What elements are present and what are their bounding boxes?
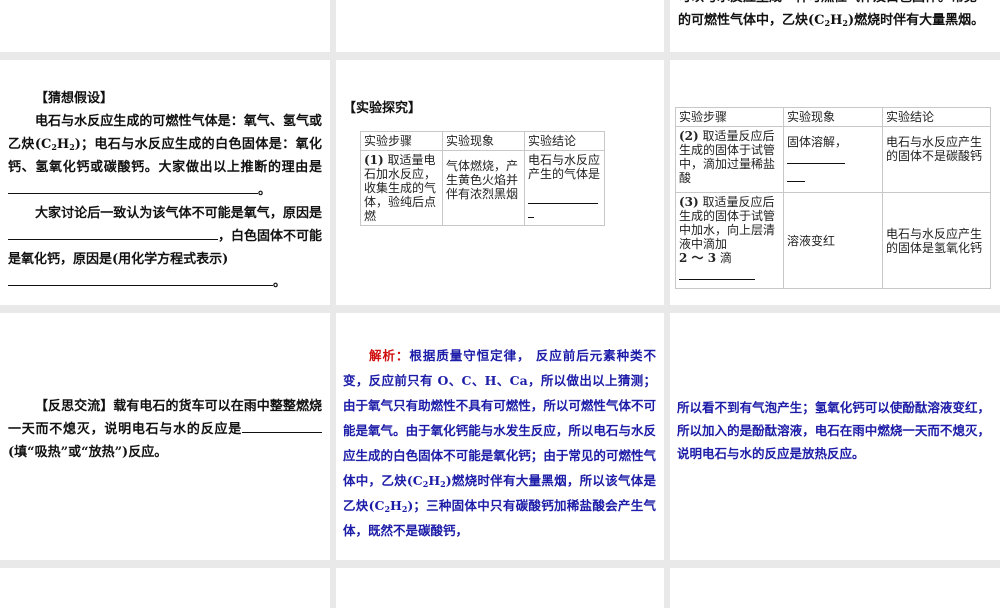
text: 。: [273, 275, 287, 290]
slide-thumbnail[interactable]: 所以看不到有气泡产生；氢氧化钙可以使酚酞溶液变红，所以加入的是酚酞溶液，电石在雨…: [670, 313, 1000, 560]
step-cell: (2) 取适量反应后生成的固体于试管中，滴加过量稀盐酸: [675, 126, 784, 193]
slide-thumbnail[interactable]: [0, 568, 330, 608]
header-cell: 实验步骤: [360, 131, 443, 151]
phenomenon-cell: 气体燃烧，产生黄色火焰并伴有浓烈黑烟: [442, 150, 525, 226]
hypothesis-text: 【猜想假设】 电石与水反应生成的可燃性气体是：氧气、氢气或乙炔(C2H2)；电石…: [8, 87, 322, 294]
step-number: (1): [364, 153, 384, 167]
answer-blank: [8, 225, 218, 240]
conclusion-cell: 电石与水反应产生的固体是氢氧化钙: [882, 192, 991, 289]
text: H: [428, 473, 441, 488]
text: 根据质量守恒定律， 反应前后元素种类不变，反应前只有 O、C、H、Ca，所以做出…: [343, 348, 656, 488]
header-cell: 实验现象: [783, 107, 883, 127]
section-heading: 【实验探究】: [343, 101, 422, 116]
clipped-line: 可以与水反应生成一种可燃性气体及白色固体。常见: [678, 0, 993, 9]
step-number: (2): [679, 129, 699, 143]
answer-blank: [242, 418, 322, 433]
table-row: (2) 取适量反应后生成的固体于试管中，滴加过量稀盐酸 固体溶解， 电石与水反应…: [675, 126, 991, 193]
slide-thumbnail[interactable]: 【猜想假设】 电石与水反应生成的可燃性气体是：氧气、氢气或乙炔(C2H2)；电石…: [0, 60, 330, 305]
text: H: [390, 498, 402, 513]
text: 。: [258, 183, 272, 198]
answer-blank: [528, 209, 534, 218]
table-row: (1) 取适量电石加水反应，收集生成的气体，验纯后点燃 气体燃烧，产生黄色火焰并…: [360, 150, 605, 226]
slide-thumbnail[interactable]: [336, 568, 664, 608]
text: (填“吸热”或“放热”)反应。: [8, 445, 168, 460]
text: 大家讨论后一致认为该气体不可能是氧气，原因是: [35, 206, 322, 221]
header-cell: 实验现象: [442, 131, 525, 151]
analysis-text: 解析：根据质量守恒定律， 反应前后元素种类不变，反应前只有 O、C、H、Ca，所…: [343, 343, 656, 543]
phenomenon-cell: 固体溶解，: [783, 126, 883, 193]
answer-blank: [8, 179, 258, 194]
phenomenon-cell: 溶液变红: [783, 192, 883, 289]
reflection-text: 【反思交流】载有电石的货车可以在雨中整整燃烧一天而不熄灭，说明电石与水的反应是(…: [8, 395, 322, 464]
text: H: [830, 13, 843, 28]
answer-blank: [787, 149, 845, 164]
table-row: (3) 取适量反应后生成的固体于试管中加水，向上层清液中滴加 2 ～ 3 滴 溶液…: [675, 192, 991, 289]
answer-blank: [8, 271, 273, 286]
analysis-text: 所以看不到有气泡产生；氢氧化钙可以使酚酞溶液变红，所以加入的是酚酞溶液，电石在雨…: [677, 400, 990, 461]
experiment-table: 实验步骤 实验现象 实验结论 (1) 取适量电石加水反应，收集生成的气体，验纯后…: [360, 131, 605, 226]
slide-thumbnail[interactable]: [670, 568, 1000, 608]
header-cell: 实验结论: [882, 107, 991, 127]
conclusion-cell: 电石与水反应产生的固体不是碳酸钙: [882, 126, 991, 193]
slide-thumbnail[interactable]: [336, 0, 664, 52]
table-header-row: 实验步骤 实验现象 实验结论: [675, 107, 991, 127]
slide-text: 可以与水反应生成一种可燃性气体及白色固体。常见 的可燃性气体中，乙炔(C2H2)…: [678, 0, 993, 32]
text: 2 ～ 3: [679, 251, 717, 265]
text: H: [56, 137, 70, 152]
answer-blank: [528, 189, 598, 204]
conclusion-cell: 电石与水反应产生的气体是: [524, 150, 605, 226]
slide-thumbnail[interactable]: 【反思交流】载有电石的货车可以在雨中整整燃烧一天而不熄灭，说明电石与水的反应是(…: [0, 313, 330, 560]
header-cell: 实验结论: [524, 131, 605, 151]
experiment-table: 实验步骤 实验现象 实验结论 (2) 取适量反应后生成的固体于试管中，滴加过量稀…: [675, 107, 991, 289]
step-cell: (1) 取适量电石加水反应，收集生成的气体，验纯后点燃: [360, 150, 443, 226]
step-number: (3): [679, 195, 699, 209]
slide-thumbnail[interactable]: [0, 0, 330, 52]
text: 的可燃性气体中，乙炔(C: [678, 13, 825, 28]
answer-blank: [787, 167, 805, 182]
text: 滴: [716, 251, 732, 265]
text: 电石与水反应产生的气体是: [528, 153, 601, 181]
text: )燃烧时伴有大量黑烟。: [847, 13, 985, 28]
section-heading: 【猜想假设】: [35, 91, 114, 106]
slide-thumbnail[interactable]: 实验步骤 实验现象 实验结论 (2) 取适量反应后生成的固体于试管中，滴加过量稀…: [670, 60, 1000, 305]
step-cell: (3) 取适量反应后生成的固体于试管中加水，向上层清液中滴加 2 ～ 3 滴: [675, 192, 784, 289]
text: 固体溶解，: [787, 135, 848, 149]
paragraph: 电石与水反应生成的可燃性气体是：氧气、氢气或乙炔(C2H2)；电石与水反应生成的…: [8, 110, 322, 202]
table-header-row: 实验步骤 实验现象 实验结论: [360, 131, 605, 151]
slide-thumbnail[interactable]: 【实验探究】 实验步骤 实验现象 实验结论 (1) 取适量电石加水反应，收集生成…: [336, 60, 664, 305]
header-cell: 实验步骤: [675, 107, 784, 127]
slide-thumbnail[interactable]: 可以与水反应生成一种可燃性气体及白色固体。常见 的可燃性气体中，乙炔(C2H2)…: [670, 0, 1000, 52]
paragraph: 大家讨论后一致认为该气体不可能是氧气，原因是，白色固体不可能是氧化钙，原因是(用…: [8, 202, 322, 294]
text-line: 的可燃性气体中，乙炔(C2H2)燃烧时伴有大量黑烟。: [678, 9, 993, 32]
answer-blank: [679, 265, 755, 280]
analysis-label: 解析：: [369, 348, 410, 363]
slide-thumbnail[interactable]: 解析：根据质量守恒定律， 反应前后元素种类不变，反应前只有 O、C、H、Ca，所…: [336, 313, 664, 560]
